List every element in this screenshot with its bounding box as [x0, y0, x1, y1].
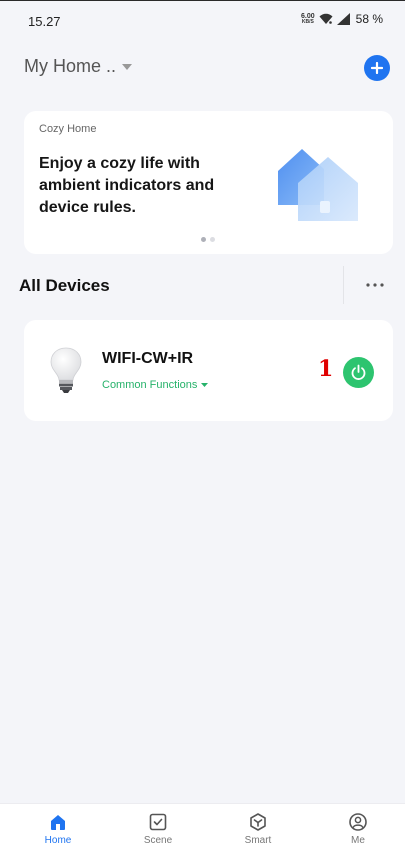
nav-smart-label: Smart	[244, 835, 272, 846]
nav-home[interactable]: Home	[28, 812, 88, 846]
more-dots-icon	[366, 283, 384, 287]
status-bar: 15.27 6.00 KB/S 58 %	[0, 8, 405, 36]
add-device-button[interactable]	[364, 55, 390, 81]
device-name: WIFI-CW+IR	[102, 350, 194, 367]
pager-dot	[210, 237, 215, 242]
nav-scene-label: Scene	[143, 835, 173, 846]
nav-me[interactable]: Me	[328, 812, 388, 846]
banner-pager	[201, 237, 215, 242]
common-functions-label: Common Functions	[102, 379, 198, 391]
annotation-number: 1	[318, 356, 334, 382]
profile-icon	[349, 813, 367, 831]
nav-smart[interactable]: Smart	[228, 812, 288, 846]
home-icon	[51, 815, 65, 830]
pager-dot	[201, 237, 206, 242]
banner-text: Enjoy a cozy life with ambient indicator…	[39, 155, 215, 216]
all-devices-title: All Devices	[19, 276, 110, 295]
home-selector[interactable]: My Home ..	[24, 56, 133, 77]
status-indicators: 6.00 KB/S 58 %	[301, 12, 383, 26]
top-divider	[0, 0, 405, 1]
battery-level: 58 %	[355, 12, 383, 26]
nav-me-label: Me	[351, 835, 365, 846]
cozy-home-illustration-icon	[278, 149, 358, 221]
bottom-navigation: Home Scene Smart Me	[0, 803, 405, 847]
wifi-icon	[319, 13, 333, 24]
nav-scene[interactable]: Scene	[128, 812, 188, 846]
device-card[interactable]: WIFI-CW+IR Common Functions 1	[24, 320, 393, 421]
more-options-button[interactable]	[362, 277, 388, 293]
nav-home-label: Home	[44, 835, 72, 846]
caret-down-icon	[201, 383, 209, 387]
caret-down-icon	[122, 63, 133, 70]
net-speed: 6.00 KB/S	[301, 13, 315, 25]
promo-banner[interactable]: Cozy Home Enjoy a cozy life with ambient…	[24, 111, 393, 254]
light-bulb-icon	[50, 347, 82, 393]
status-time: 15.27	[28, 14, 61, 29]
smart-cube-icon	[250, 813, 266, 831]
home-name: My Home ..	[24, 56, 117, 76]
section-divider	[343, 266, 344, 304]
scene-check-icon	[149, 813, 167, 831]
net-speed-unit: KB/S	[301, 19, 314, 25]
app-root: 15.27 6.00 KB/S 58 % My Home .. Cozy Hom…	[0, 0, 405, 847]
power-icon	[351, 364, 366, 380]
common-functions-toggle[interactable]: Common Functions	[102, 379, 209, 391]
plus-icon	[371, 62, 383, 74]
signal-icon	[336, 13, 350, 25]
power-button[interactable]	[343, 357, 374, 388]
banner-tag: Cozy Home	[39, 123, 97, 135]
